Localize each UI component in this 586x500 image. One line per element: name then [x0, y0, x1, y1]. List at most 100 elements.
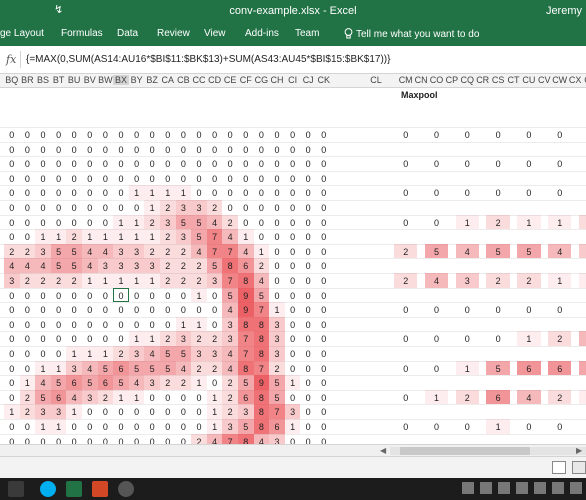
maxpool-cell[interactable]: 1 — [517, 218, 540, 228]
maxpool-cell[interactable]: 1 — [548, 218, 571, 228]
maxpool-cell[interactable]: 1 — [517, 334, 540, 344]
conv-cell[interactable]: 0 — [66, 422, 82, 432]
conv-cell[interactable]: 3 — [176, 203, 192, 213]
conv-cell[interactable]: 3 — [35, 407, 51, 417]
conv-cell[interactable]: 0 — [285, 203, 301, 213]
conv-cell[interactable]: 0 — [129, 174, 145, 184]
conv-cell[interactable]: 2 — [176, 378, 192, 388]
conv-cell[interactable]: 0 — [207, 378, 223, 388]
conv-cell[interactable]: 0 — [20, 291, 36, 301]
conv-cell[interactable]: 1 — [82, 349, 98, 359]
conv-cell[interactable]: 1 — [113, 276, 129, 286]
conv-cell[interactable]: 0 — [129, 203, 145, 213]
column-header-ca[interactable]: CA — [160, 75, 176, 85]
maxpool-cell[interactable]: 6 — [486, 393, 509, 403]
column-header-ct[interactable]: CT — [506, 75, 521, 85]
conv-cell[interactable]: 0 — [176, 422, 192, 432]
maxpool-cell[interactable]: 5 — [517, 247, 540, 257]
conv-cell[interactable]: 4 — [207, 218, 223, 228]
conv-cell[interactable]: 2 — [51, 276, 67, 286]
scrollbar-thumb[interactable] — [400, 447, 530, 455]
conv-cell[interactable]: 0 — [160, 422, 176, 432]
conv-cell[interactable]: 4 — [129, 378, 145, 388]
conv-cell[interactable]: 5 — [238, 378, 254, 388]
conv-cell[interactable]: 2 — [20, 247, 36, 257]
conv-cell[interactable]: 0 — [66, 320, 82, 330]
conv-cell[interactable]: 1 — [285, 422, 301, 432]
conv-cell[interactable]: 0 — [176, 393, 192, 403]
maxpool-cell[interactable]: 4 — [548, 247, 571, 257]
conv-cell[interactable]: 0 — [4, 203, 20, 213]
conv-cell[interactable]: 0 — [254, 188, 270, 198]
maxpool-cell[interactable]: 0 — [425, 159, 448, 169]
conv-cell[interactable]: 8 — [254, 334, 270, 344]
conv-cell[interactable]: 3 — [82, 393, 98, 403]
conv-cell[interactable]: 0 — [51, 159, 67, 169]
conv-cell[interactable]: 0 — [20, 130, 36, 140]
conv-cell[interactable]: 3 — [222, 422, 238, 432]
maxpool-cell[interactable]: 0 — [456, 334, 479, 344]
conv-cell[interactable]: 0 — [129, 437, 145, 444]
conv-cell[interactable]: 0 — [51, 188, 67, 198]
conv-cell[interactable]: 2 — [176, 247, 192, 257]
conv-cell[interactable]: 0 — [129, 291, 145, 301]
conv-cell[interactable]: 0 — [300, 188, 316, 198]
conv-cell[interactable]: 0 — [238, 188, 254, 198]
conv-cell[interactable]: 1 — [254, 247, 270, 257]
conv-cell[interactable]: 0 — [300, 407, 316, 417]
conv-cell[interactable]: 1 — [144, 203, 160, 213]
conv-cell[interactable]: 0 — [98, 203, 114, 213]
conv-cell[interactable]: 0 — [4, 291, 20, 301]
conv-cell[interactable]: 1 — [207, 393, 223, 403]
maxpool-cell[interactable]: 0 — [394, 334, 417, 344]
conv-cell[interactable]: 7 — [207, 232, 223, 242]
conv-cell[interactable]: 0 — [35, 159, 51, 169]
maxpool-cell[interactable]: 0 — [579, 188, 586, 198]
conv-cell[interactable]: 0 — [66, 437, 82, 444]
conv-cell[interactable]: 0 — [316, 261, 332, 271]
conv-cell[interactable]: 7 — [254, 305, 270, 315]
user-name[interactable]: Jeremy — [546, 5, 582, 17]
conv-cell[interactable]: 0 — [285, 334, 301, 344]
conv-cell[interactable]: 0 — [4, 393, 20, 403]
onedrive-icon[interactable] — [480, 482, 492, 494]
conv-cell[interactable]: 3 — [176, 232, 192, 242]
conv-cell[interactable]: 1 — [66, 349, 82, 359]
tab-add-ins[interactable]: Add-ins — [245, 28, 279, 39]
conv-cell[interactable]: 1 — [191, 378, 207, 388]
column-header-bx[interactable]: BX — [113, 75, 129, 85]
conv-cell[interactable]: 0 — [144, 437, 160, 444]
maxpool-cell[interactable]: 0 — [486, 188, 509, 198]
conv-cell[interactable]: 2 — [160, 261, 176, 271]
conv-cell[interactable]: 5 — [82, 378, 98, 388]
conv-cell[interactable]: 0 — [254, 145, 270, 155]
notification-icon[interactable] — [552, 482, 564, 494]
conv-cell[interactable]: 0 — [238, 145, 254, 155]
conv-cell[interactable]: 0 — [4, 232, 20, 242]
maxpool-cell[interactable]: 0 — [486, 334, 509, 344]
conv-cell[interactable]: 0 — [129, 145, 145, 155]
conv-cell[interactable]: 0 — [176, 130, 192, 140]
conv-cell[interactable]: 0 — [300, 247, 316, 257]
conv-cell[interactable]: 0 — [207, 305, 223, 315]
maxpool-cell[interactable]: 2 — [394, 276, 417, 286]
conv-cell[interactable]: 1 — [113, 393, 129, 403]
conv-cell[interactable]: 0 — [66, 305, 82, 315]
conv-cell[interactable]: 2 — [4, 247, 20, 257]
conv-cell[interactable]: 0 — [4, 320, 20, 330]
conv-cell[interactable]: 5 — [66, 261, 82, 271]
maxpool-cell[interactable]: 0 — [394, 364, 417, 374]
conv-cell[interactable]: 0 — [316, 305, 332, 315]
conv-cell[interactable]: 0 — [285, 320, 301, 330]
column-header-ch[interactable]: CH — [269, 75, 285, 85]
conv-cell[interactable]: 0 — [300, 232, 316, 242]
conv-cell[interactable]: 0 — [113, 320, 129, 330]
conv-cell[interactable]: 1 — [113, 218, 129, 228]
conv-cell[interactable]: 3 — [207, 349, 223, 359]
conv-cell[interactable]: 5 — [191, 232, 207, 242]
maxpool-cell[interactable]: 6 — [548, 364, 571, 374]
conv-cell[interactable]: 1 — [82, 232, 98, 242]
conv-cell[interactable]: 0 — [66, 145, 82, 155]
conv-cell[interactable]: 0 — [316, 407, 332, 417]
conv-cell[interactable]: 6 — [98, 378, 114, 388]
